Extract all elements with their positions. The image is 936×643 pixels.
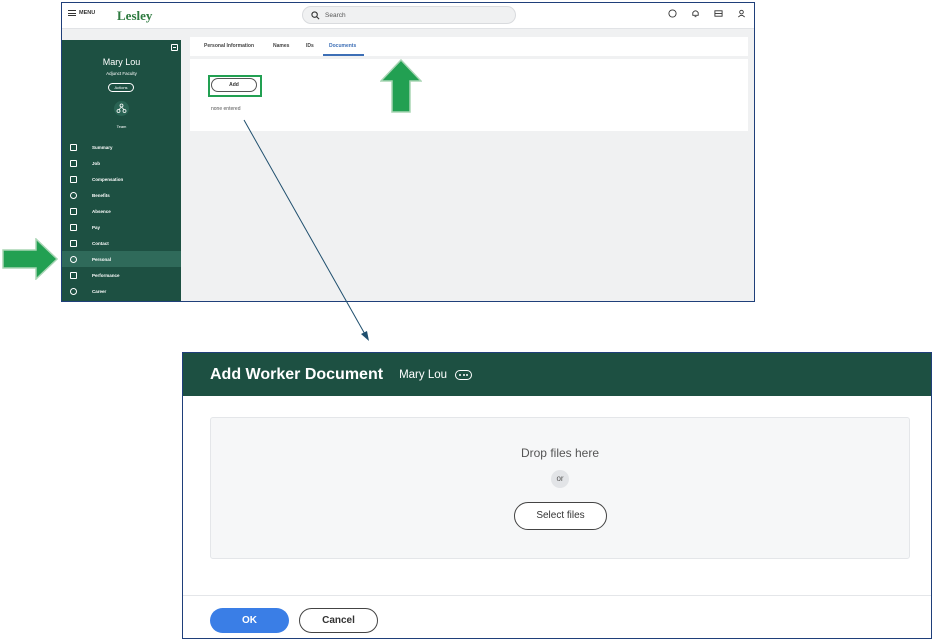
- empty-state-text: none entered: [211, 106, 241, 112]
- add-worker-document-dialog: Add Worker Document Mary Lou Drop files …: [182, 352, 932, 639]
- up-arrow-annotation: [380, 59, 422, 113]
- collapse-icon[interactable]: [171, 44, 178, 51]
- search-input[interactable]: Search: [302, 6, 516, 24]
- tab-names[interactable]: Names: [273, 43, 289, 49]
- sidebar-item-label: Career: [92, 288, 107, 294]
- hamburger-icon: [68, 10, 76, 16]
- menu-label: MENU: [79, 10, 96, 16]
- or-separator: or: [551, 470, 569, 488]
- sidebar-item-label: Compensation: [92, 176, 124, 182]
- performance-icon: [70, 271, 77, 279]
- sidebar-item-label: Absence: [92, 208, 111, 214]
- select-files-button[interactable]: Select files: [514, 502, 607, 530]
- absence-icon: [70, 207, 77, 215]
- sidebar-item-summary[interactable]: Summary: [62, 139, 181, 155]
- compensation-icon: [70, 175, 77, 183]
- worker-sidebar: Mary Lou Adjunct Faculty Actions Team Su…: [62, 40, 181, 301]
- menu-button[interactable]: MENU: [68, 10, 95, 16]
- sidebar-item-contact[interactable]: Contact: [62, 235, 181, 251]
- ok-button[interactable]: OK: [210, 608, 289, 633]
- inbox-icon[interactable]: [714, 9, 723, 18]
- sidebar-item-label: Personal: [92, 256, 112, 262]
- sidebar-item-absence[interactable]: Absence: [62, 203, 181, 219]
- bell-icon[interactable]: [691, 9, 700, 18]
- tab-personal-information[interactable]: Personal Information: [204, 43, 254, 49]
- team-icon: [116, 103, 127, 113]
- search-placeholder: Search: [325, 11, 346, 19]
- sidebar-item-performance[interactable]: Performance: [62, 267, 181, 283]
- actions-button[interactable]: Actions: [108, 83, 134, 92]
- dialog-worker-name: Mary Lou: [399, 368, 447, 381]
- team-button[interactable]: [114, 101, 129, 116]
- sidebar-item-personal[interactable]: Personal: [62, 251, 181, 267]
- worker-name: Mary Lou: [102, 57, 141, 67]
- footer-divider: [183, 595, 931, 596]
- sidebar-item-label: Contact: [92, 240, 109, 246]
- team-label: Team: [116, 124, 127, 129]
- wallet-icon: [70, 223, 77, 231]
- right-arrow-annotation: [2, 238, 58, 280]
- documents-panel: Add none entered: [190, 59, 748, 131]
- person-icon: [70, 255, 77, 263]
- top-bar: MENU Lesley Search: [62, 3, 754, 29]
- chat-icon[interactable]: [668, 9, 677, 18]
- dialog-title: Add Worker Document: [210, 365, 384, 383]
- briefcase-icon: [70, 159, 77, 167]
- tab-documents[interactable]: Documents: [329, 43, 356, 49]
- sidebar-item-label: Pay: [92, 224, 101, 230]
- sidebar-item-compensation[interactable]: Compensation: [62, 171, 181, 187]
- sidebar-item-career[interactable]: Career: [62, 283, 181, 299]
- search-icon: [311, 10, 320, 19]
- add-document-button[interactable]: Add: [211, 78, 257, 92]
- worker-role: Adjunct Faculty: [106, 71, 137, 76]
- drop-files-text: Drop files here: [520, 446, 600, 460]
- sidebar-item-label: Benefits: [92, 192, 110, 198]
- contact-icon: [70, 239, 77, 247]
- sidebar-item-job[interactable]: Job: [62, 155, 181, 171]
- sidebar-item-pay[interactable]: Pay: [62, 219, 181, 235]
- tab-ids[interactable]: IDs: [306, 43, 314, 49]
- active-tab-underline: [323, 54, 364, 56]
- sidebar-item-label: Job: [92, 160, 101, 166]
- personal-tabs: Personal Information Names IDs Documents: [190, 37, 748, 56]
- file-drop-zone[interactable]: Drop files here or Select files: [210, 417, 910, 559]
- sidebar-item-label: Performance: [92, 272, 120, 278]
- summary-icon: [70, 143, 77, 151]
- sidebar-item-benefits[interactable]: Benefits: [62, 187, 181, 203]
- profile-icon[interactable]: [737, 9, 746, 18]
- sidebar-item-label: Summary: [92, 144, 113, 150]
- shield-icon: [70, 191, 77, 199]
- sidebar-nav: Summary Job Compensation Benefits Absenc…: [62, 139, 181, 299]
- more-actions-icon[interactable]: [455, 369, 472, 380]
- lesley-logo[interactable]: Lesley: [117, 8, 152, 24]
- dialog-header: Add Worker Document Mary Lou: [183, 353, 931, 396]
- career-icon: [70, 287, 77, 295]
- cancel-button[interactable]: Cancel: [299, 608, 378, 633]
- workday-screenshot: MENU Lesley Search Mary Lou Adjunct Facu…: [61, 2, 755, 302]
